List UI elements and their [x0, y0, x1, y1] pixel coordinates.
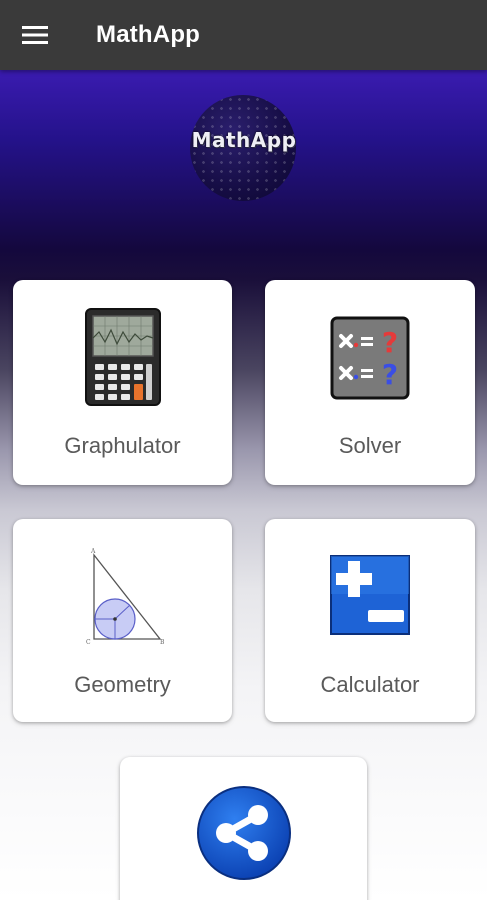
- svg-text:C: C: [86, 639, 91, 646]
- svg-text:?: ?: [382, 358, 398, 391]
- geometry-label: Geometry: [74, 672, 171, 697]
- equation-solver-icon: ? ?: [330, 316, 410, 400]
- hamburger-menu-icon: [22, 26, 48, 44]
- app-bar: MathApp: [0, 0, 487, 70]
- graphulator-card[interactable]: Graphulator: [13, 280, 232, 485]
- solver-label: Solver: [338, 433, 402, 458]
- graphulator-label: Graphulator: [64, 433, 181, 458]
- share-card[interactable]: [120, 757, 367, 900]
- logo-text: MathApp: [191, 128, 297, 152]
- graphing-calculator-icon: [84, 308, 161, 406]
- solver-card[interactable]: ? ? Solver: [265, 280, 475, 485]
- share-icon: [196, 786, 291, 880]
- calculator-label: Calculator: [320, 672, 420, 697]
- svg-text:A: A: [90, 548, 96, 555]
- geometry-card[interactable]: A C B Geometry: [13, 519, 232, 722]
- calculator-card[interactable]: Calculator: [265, 519, 475, 722]
- menu-button[interactable]: [0, 0, 70, 70]
- triangle-incircle-icon: A C B: [86, 548, 165, 646]
- plus-minus-calculator-icon: [330, 555, 410, 635]
- svg-text:B: B: [160, 639, 165, 646]
- svg-text:?: ?: [382, 326, 398, 359]
- app-title: MathApp: [96, 21, 201, 48]
